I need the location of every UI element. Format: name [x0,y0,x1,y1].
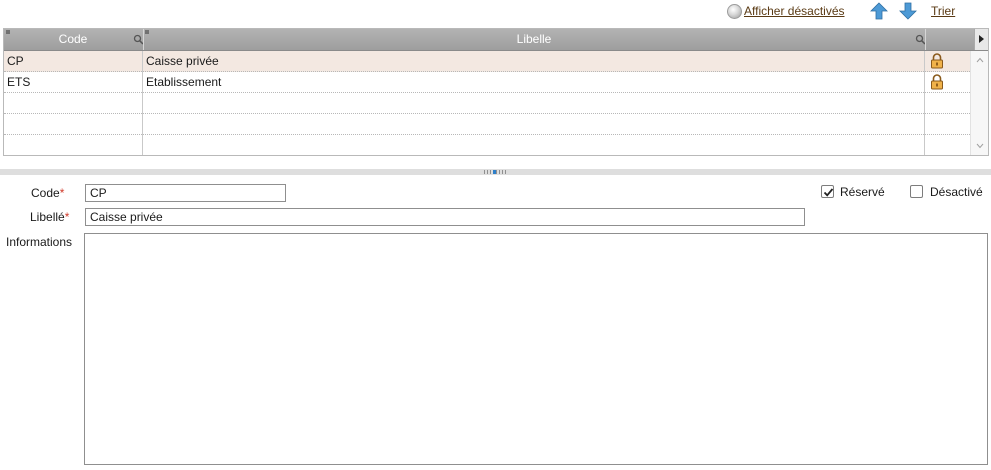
menu-arrow-icon [979,35,984,43]
cell-code: CP [7,54,24,68]
column-divider [142,51,143,155]
column-separator[interactable] [925,29,926,50]
code-label: Code* [31,186,64,200]
required-mark: * [64,210,70,224]
reserved-label: Réservé [840,185,885,199]
libelle-label: Libellé* [30,210,69,224]
informations-label: Informations [6,235,73,249]
arrow-down-icon[interactable] [899,2,917,20]
show-disabled-link[interactable]: Afficher désactivés [744,4,845,18]
libelle-label-text: Libellé [30,210,65,224]
checkmark-icon [823,188,834,197]
column-header-code[interactable]: Code [4,29,142,50]
libelle-input[interactable] [85,208,805,226]
eye-icon [727,4,742,19]
table-row[interactable]: ETS Etablissement [4,72,970,93]
panel-splitter[interactable] [0,169,991,175]
code-input[interactable] [85,184,286,202]
arrow-up-icon[interactable] [870,2,888,20]
column-divider [924,51,925,155]
cell-libelle: Etablissement [146,75,222,89]
grid-header: Code Libelle [4,29,988,51]
toolbar: Afficher désactivés Trier [0,0,991,26]
reserved-checkbox[interactable] [821,185,834,198]
required-mark: * [59,186,65,200]
vertical-scrollbar[interactable] [970,51,988,155]
splitter-grip-icon [484,170,508,174]
table-row-empty [4,135,970,156]
grid-body: CP Caisse privée ETS Etablissement [4,51,970,155]
column-header-libelle[interactable]: Libelle [144,29,924,50]
scroll-down-icon[interactable] [976,143,984,149]
table-row-empty [4,114,970,135]
lock-icon [931,53,943,69]
cell-code: ETS [7,75,31,89]
lock-icon [931,74,943,90]
disabled-checkbox[interactable] [910,185,923,198]
splitter-grip-marker [493,170,496,174]
disabled-label: Désactivé [930,185,983,199]
column-menu-button[interactable] [974,29,988,50]
code-label-text: Code [31,186,60,200]
table-row-empty [4,93,970,114]
informations-textarea[interactable] [84,233,988,465]
scroll-up-icon[interactable] [976,57,984,63]
data-grid: Code Libelle CP Caisse privée ETS Etabli… [3,28,989,156]
table-row[interactable]: CP Caisse privée [4,51,970,72]
sort-link[interactable]: Trier [931,4,955,18]
cell-libelle: Caisse privée [146,54,219,68]
